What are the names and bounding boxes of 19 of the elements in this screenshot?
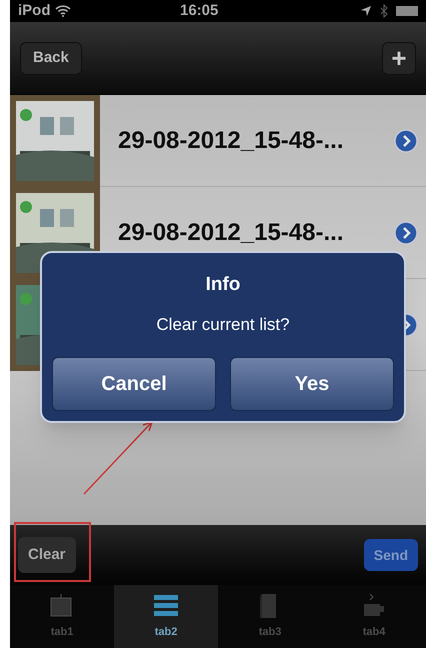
row-title: 29-08-2012_15-48-... xyxy=(118,126,344,156)
send-button[interactable]: Send xyxy=(364,539,418,571)
clear-button[interactable]: Clear xyxy=(18,537,76,573)
disclosure-icon[interactable] xyxy=(394,220,418,244)
add-button[interactable]: + xyxy=(382,42,416,74)
dialog-button[interactable]: Cancel xyxy=(52,357,216,411)
clock: 16:05 xyxy=(180,0,218,21)
bluetooth-icon xyxy=(380,4,388,18)
row-title: 29-08-2012_15-48-... xyxy=(118,218,344,248)
dialog-button[interactable]: Yes xyxy=(230,357,394,411)
tab[interactable]: tab2 xyxy=(114,585,218,648)
back-button[interactable]: Back xyxy=(20,42,82,74)
wifi-icon xyxy=(54,5,70,17)
dialog-message: Clear current list? xyxy=(156,314,290,336)
list-row[interactable]: 29-08-2012_15-48-... xyxy=(10,95,426,187)
battery-icon xyxy=(396,6,418,16)
disclosure-icon[interactable] xyxy=(394,128,418,152)
location-icon xyxy=(360,5,372,17)
carrier-label: iPod xyxy=(18,0,50,21)
